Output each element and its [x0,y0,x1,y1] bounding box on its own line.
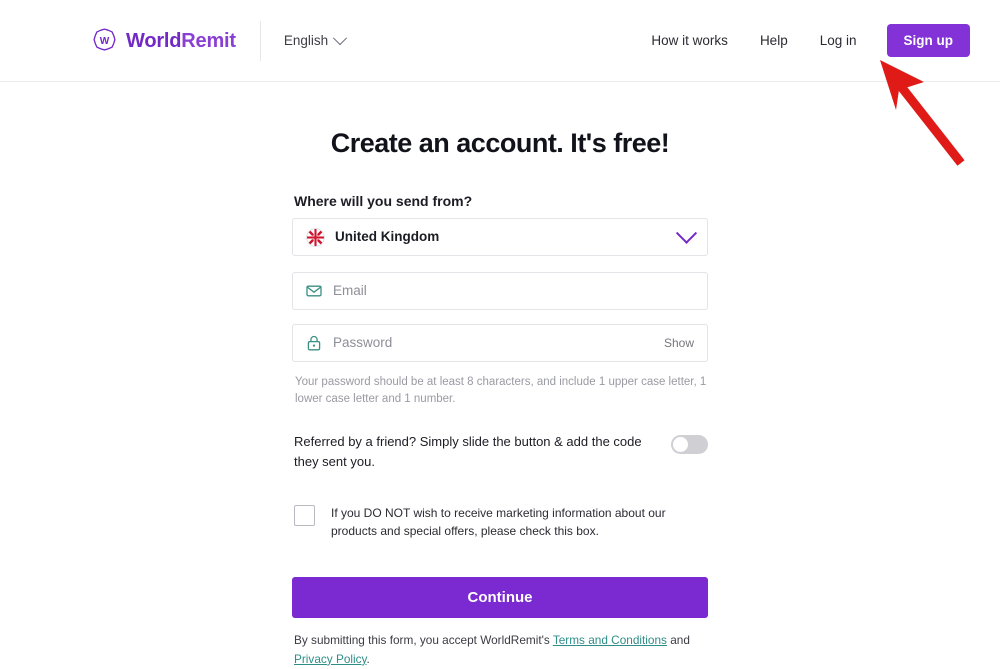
brand-name: WorldRemit [126,31,236,51]
chevron-down-icon [333,30,348,45]
red-arrow-annotation-icon [880,60,965,166]
country-select[interactable]: United Kingdom [292,218,708,256]
nav-link-log-in[interactable]: Log in [804,34,873,48]
language-label: English [283,33,329,48]
referral-text: Referred by a friend? Simply slide the b… [294,433,642,469]
svg-text:W: W [100,36,110,47]
nav-link-how-it-works[interactable]: How it works [635,34,744,48]
marketing-optout-checkbox[interactable] [294,504,315,526]
legal-part3: . [366,651,370,666]
page-title: Create an account. It's free! [330,128,670,158]
worldremit-logo-icon: W [92,28,117,53]
password-helper-text: Your password should be at least 8 chara… [295,376,707,406]
legal-part1: By submitting this form, you accept Worl… [294,632,553,647]
legal-part2: and [666,632,690,647]
signup-form: Create an account. It's free! Where will… [292,82,708,669]
referral-row: Referred by a friend? Simply slide the b… [292,432,708,472]
password-field[interactable]: Password Show [292,324,708,362]
show-password-link[interactable]: Show [664,337,694,349]
continue-button[interactable]: Continue [292,576,708,618]
marketing-optout-text: If you DO NOT wish to receive marketing … [331,505,666,539]
worldremit-logo[interactable]: W WorldRemit [92,28,236,53]
lock-icon [306,335,322,351]
country-value: United Kingdom [335,229,440,245]
legal-text: By submitting this form, you accept Worl… [294,631,708,669]
united-kingdom-flag-icon [306,227,325,247]
header-divider [259,20,261,61]
brand-name-world: World [126,29,182,52]
chevron-down-icon [675,222,698,244]
nav-link-help[interactable]: Help [744,34,804,48]
privacy-policy-link[interactable]: Privacy Policy [294,652,367,666]
referral-toggle-knob [673,436,688,452]
email-field[interactable]: Email [292,272,708,310]
brand-name-remit: Remit [181,29,236,52]
country-field-label: Where will you send from? [294,193,473,209]
envelope-icon [306,283,322,299]
password-placeholder: Password [333,335,393,351]
referral-toggle[interactable] [671,434,708,454]
sign-up-button[interactable]: Sign up [886,23,970,58]
marketing-optout-row: If you DO NOT wish to receive marketing … [292,504,708,541]
language-selector[interactable]: English [283,30,348,48]
site-header: W WorldRemit English How it works Help L… [0,0,1000,166]
header-nav: How it works Help Log in Sign up [635,23,970,58]
terms-and-conditions-link[interactable]: Terms and Conditions [553,633,667,647]
email-placeholder: Email [333,283,367,299]
